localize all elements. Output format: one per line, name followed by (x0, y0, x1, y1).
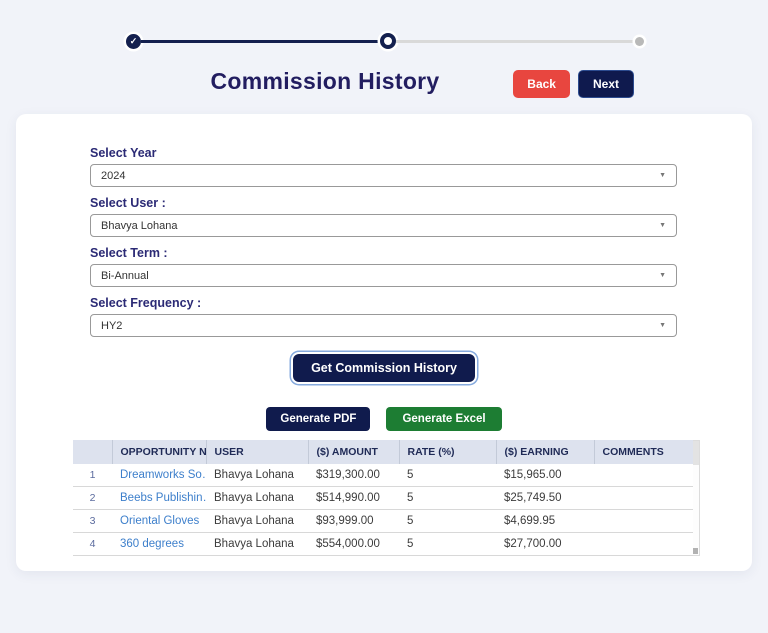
opportunity-link[interactable]: Dreamworks So… (112, 464, 206, 487)
user-select-value: Bhavya Lohana (101, 220, 177, 232)
check-icon: ✓ (130, 36, 138, 47)
row-amount: $554,000.00 (308, 533, 399, 556)
step-current-node (380, 33, 396, 49)
generate-row: Generate PDF Generate Excel (16, 407, 752, 431)
row-comments (594, 510, 693, 533)
frequency-select-value: HY2 (101, 320, 122, 332)
commission-table-wrap: OPPORTUNITY N… USER ($) AMOUNT RATE (%) … (73, 440, 752, 556)
scrollbar-thumb[interactable] (693, 548, 698, 554)
row-earning: $27,700.00 (496, 533, 594, 556)
row-comments (594, 464, 693, 487)
col-header-comments: COMMENTS (594, 440, 693, 464)
row-rate: 5 (399, 510, 496, 533)
user-label: Select User : (90, 196, 677, 210)
row-amount: $319,300.00 (308, 464, 399, 487)
frequency-select[interactable]: HY2 ▼ (90, 314, 677, 337)
row-index: 1 (73, 464, 112, 487)
opportunity-link[interactable]: Beebs Publishin… (112, 487, 206, 510)
row-comments (594, 533, 693, 556)
next-button[interactable]: Next (578, 70, 634, 98)
row-index: 4 (73, 533, 112, 556)
row-user: Bhavya Lohana (206, 533, 308, 556)
opportunity-link[interactable]: Oriental Gloves (112, 510, 206, 533)
term-select-value: Bi-Annual (101, 270, 149, 282)
frequency-label: Select Frequency : (90, 296, 677, 310)
row-user: Bhavya Lohana (206, 464, 308, 487)
col-header-opportunity: OPPORTUNITY N… (112, 440, 206, 464)
header-buttons: Back Next (513, 70, 634, 98)
generate-excel-button[interactable]: Generate Excel (386, 407, 501, 431)
table-header-row: OPPORTUNITY N… USER ($) AMOUNT RATE (%) … (73, 440, 693, 464)
row-amount: $514,990.00 (308, 487, 399, 510)
col-header-rate: RATE (%) (399, 440, 496, 464)
row-amount: $93,999.00 (308, 510, 399, 533)
commission-table: OPPORTUNITY N… USER ($) AMOUNT RATE (%) … (73, 440, 693, 556)
row-user: Bhavya Lohana (206, 487, 308, 510)
row-rate: 5 (399, 533, 496, 556)
step-upcoming-node (635, 37, 644, 46)
page-header: Commission History Back Next (0, 68, 768, 100)
get-commission-history-button[interactable]: Get Commission History (293, 354, 475, 382)
filter-form: Select Year 2024 ▼ Select User : Bhavya … (90, 146, 677, 337)
commission-history-card: Select Year 2024 ▼ Select User : Bhavya … (16, 114, 752, 571)
row-rate: 5 (399, 464, 496, 487)
year-label: Select Year (90, 146, 677, 160)
term-select[interactable]: Bi-Annual ▼ (90, 264, 677, 287)
step-complete-node: ✓ (126, 34, 141, 49)
table-row: 2 Beebs Publishin… Bhavya Lohana $514,99… (73, 487, 693, 510)
term-label: Select Term : (90, 246, 677, 260)
row-index: 2 (73, 487, 112, 510)
progress-stepper: ✓ (126, 33, 644, 49)
row-index: 3 (73, 510, 112, 533)
chevron-down-icon: ▼ (659, 222, 666, 229)
col-header-user: USER (206, 440, 308, 464)
col-header-index (73, 440, 112, 464)
table-row: 1 Dreamworks So… Bhavya Lohana $319,300.… (73, 464, 693, 487)
table-row: 3 Oriental Gloves Bhavya Lohana $93,999.… (73, 510, 693, 533)
opportunity-link[interactable]: 360 degrees (112, 533, 206, 556)
stepper-line-upcoming (396, 40, 635, 43)
row-earning: $4,699.95 (496, 510, 594, 533)
stepper-line-complete (141, 40, 380, 43)
col-header-earning: ($) EARNING (496, 440, 594, 464)
year-select[interactable]: 2024 ▼ (90, 164, 677, 187)
chevron-down-icon: ▼ (659, 172, 666, 179)
chevron-down-icon: ▼ (659, 322, 666, 329)
chevron-down-icon: ▼ (659, 272, 666, 279)
generate-pdf-button[interactable]: Generate PDF (266, 407, 370, 431)
back-button[interactable]: Back (513, 70, 570, 98)
col-header-amount: ($) AMOUNT (308, 440, 399, 464)
row-comments (594, 487, 693, 510)
year-select-value: 2024 (101, 170, 125, 182)
scrollbar-header-cap (693, 441, 699, 465)
row-earning: $15,965.00 (496, 464, 594, 487)
user-select[interactable]: Bhavya Lohana ▼ (90, 214, 677, 237)
row-earning: $25,749.50 (496, 487, 594, 510)
table-row: 4 360 degrees Bhavya Lohana $554,000.00 … (73, 533, 693, 556)
row-rate: 5 (399, 487, 496, 510)
row-user: Bhavya Lohana (206, 510, 308, 533)
get-history-row: Get Commission History (16, 354, 752, 382)
table-scrollbar[interactable] (693, 440, 700, 556)
